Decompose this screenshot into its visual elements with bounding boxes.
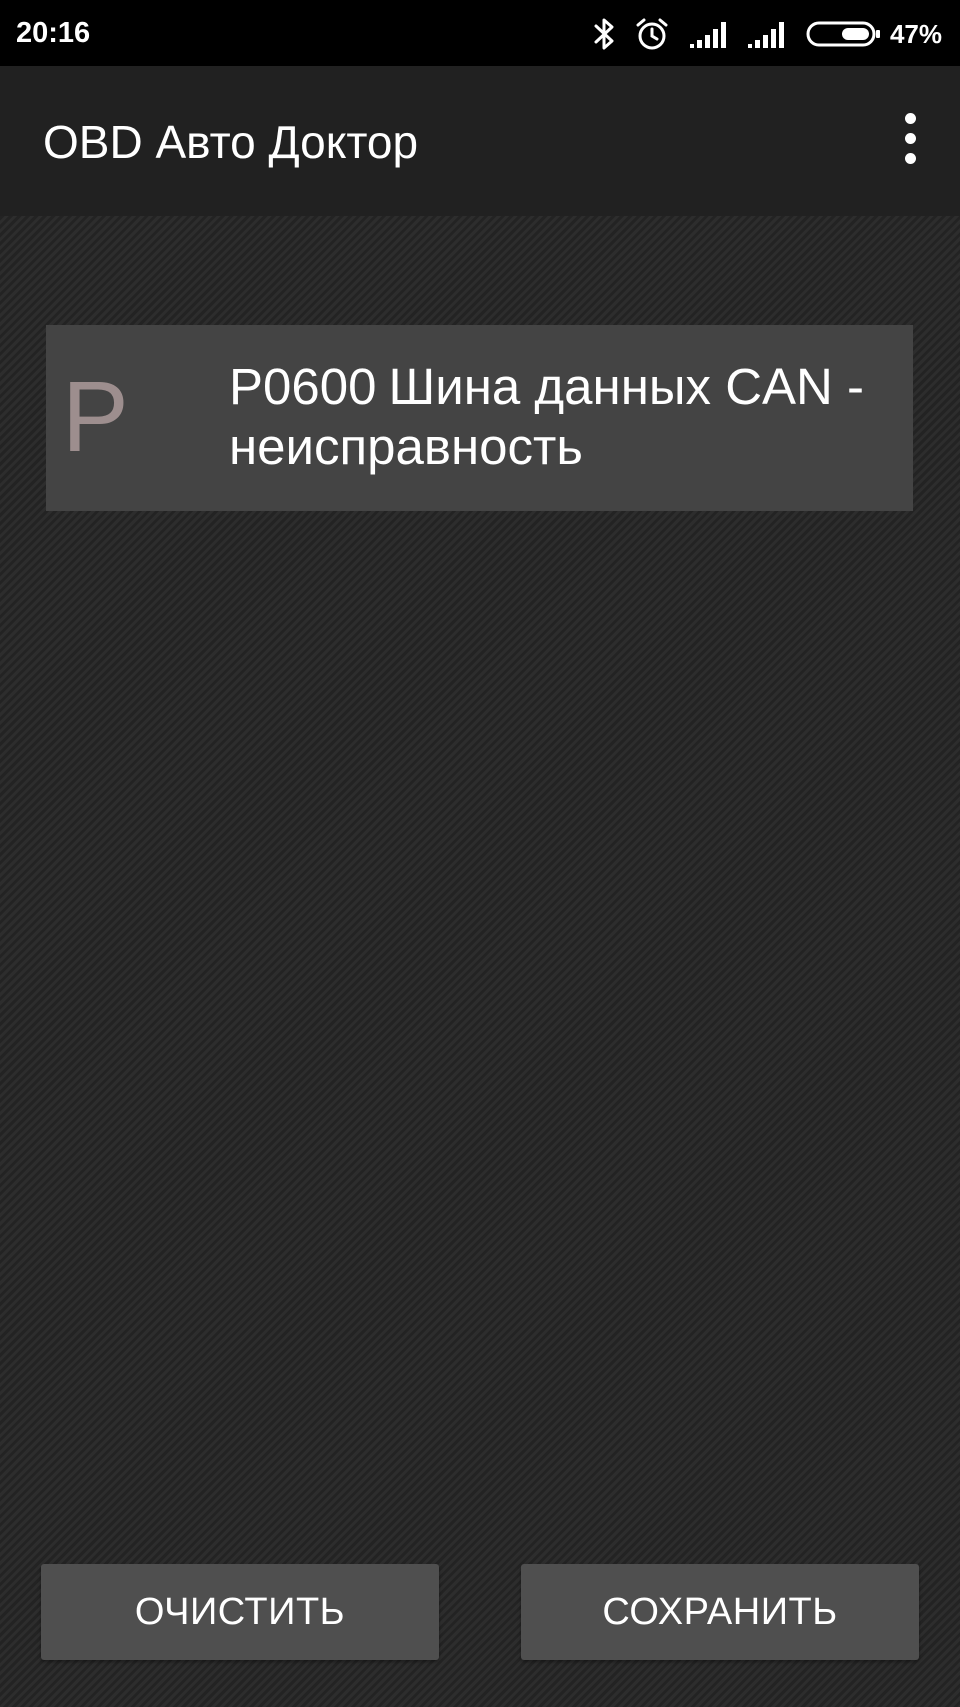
dtc-code: P0600: [229, 358, 377, 415]
save-button[interactable]: СОХРАНИТЬ: [521, 1564, 919, 1660]
clear-button[interactable]: ОЧИСТИТЬ: [41, 1564, 439, 1660]
status-time: 20:16: [16, 17, 91, 49]
status-bar: 20:16 47%: [0, 0, 960, 66]
battery-icon: [806, 20, 882, 48]
dtc-list-item[interactable]: P P0600 Шина данных CAN - неисправность: [46, 325, 913, 511]
app-title: OBD Авто Доктор: [43, 116, 419, 168]
alarm-icon: [634, 16, 670, 52]
bluetooth-icon: [592, 16, 618, 52]
more-vert-icon[interactable]: [882, 106, 938, 170]
dtc-type-letter: P: [62, 361, 129, 473]
app-bar: OBD Авто Доктор: [0, 66, 960, 216]
battery-percent: 47%: [889, 19, 942, 49]
signal-icon: [689, 20, 732, 48]
signal-icon: [747, 20, 790, 48]
dtc-text: P0600 Шина данных CAN - неисправность: [229, 357, 889, 477]
status-icons: 47%: [592, 14, 942, 54]
